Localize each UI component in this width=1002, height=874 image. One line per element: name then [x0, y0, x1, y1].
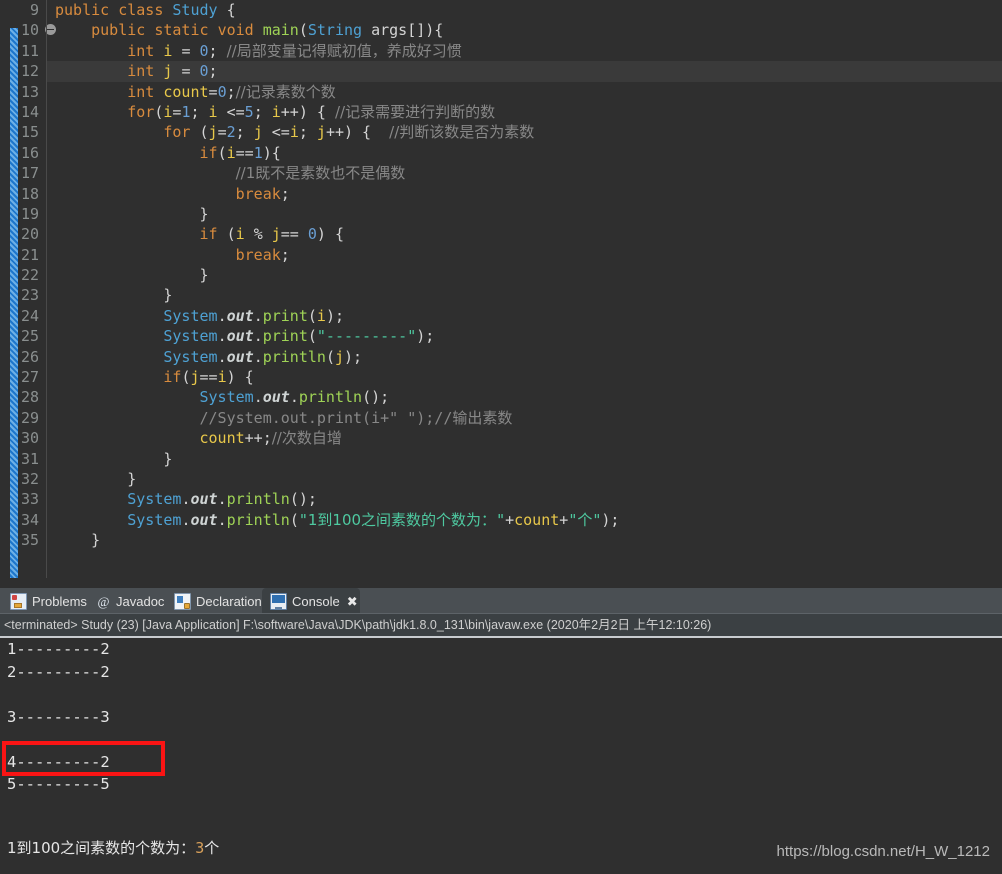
line-number: 35 — [20, 531, 39, 550]
summary-prefix: 1到100之间素数的个数为： — [7, 839, 196, 857]
line-number: 25 — [20, 327, 39, 346]
code-line: break; — [235, 184, 290, 203]
line-number: 24 — [20, 306, 39, 325]
line-number: 31 — [20, 449, 39, 468]
code-line: if(i==1){ — [199, 143, 281, 162]
line-number: 26 — [20, 347, 39, 366]
code-line: //System.out.print(i+" ");//输出素数 — [199, 408, 513, 427]
line-number: 9 — [29, 1, 39, 19]
line-number: 29 — [20, 408, 39, 427]
code-line: public class Study { — [55, 1, 236, 19]
code-line: //1既不是素数也不是偶数 — [235, 164, 406, 183]
line-number: 22 — [20, 266, 39, 285]
tab-label: Declaration — [196, 593, 262, 609]
code-line-current: int j = 0; — [47, 61, 1002, 82]
console-summary-line: 1到100之间素数的个数为：3个 — [7, 837, 219, 858]
tab-console[interactable]: Console ✖ — [262, 588, 360, 614]
view-tab-bar: Problems @ Javadoc Declaration Console ✖ — [0, 588, 1002, 614]
console-icon — [270, 592, 287, 610]
code-line: for(i=1; i <=5; i++) { //记录需要进行判断的数 — [127, 102, 496, 121]
tab-javadoc[interactable]: @ Javadoc — [88, 588, 168, 614]
javadoc-icon: @ — [97, 593, 110, 609]
code-line: } — [199, 266, 209, 285]
line-number: 17 — [20, 164, 39, 183]
line-number: 33 — [20, 490, 39, 509]
line-number: 32 — [20, 469, 39, 488]
console-output-line-highlighted: 4---------2 — [7, 752, 110, 771]
console-output-line: 1---------2 — [7, 640, 110, 658]
code-line: System.out.println(); — [199, 388, 390, 407]
line-number: 12 — [20, 62, 39, 81]
console-view[interactable]: <terminated> Study (23) [Java Applicatio… — [0, 614, 1002, 874]
code-line: } — [163, 449, 173, 468]
line-number: 11 — [20, 41, 39, 60]
line-number: 16 — [20, 143, 39, 162]
code-text-area[interactable]: public class Study { public static void … — [47, 0, 1002, 588]
java-code-editor[interactable]: 9 10 11 12 13 14 15 16 17 18 19 20 21 22… — [0, 0, 1002, 588]
console-output-line: 3---------3 — [7, 707, 110, 726]
problems-icon — [10, 592, 27, 610]
line-number: 30 — [20, 429, 39, 448]
line-number: 23 — [20, 286, 39, 305]
code-line: System.out.println(); — [127, 490, 317, 509]
eclipse-ide-window: 9 10 11 12 13 14 15 16 17 18 19 20 21 22… — [0, 0, 1002, 874]
line-number: 14 — [20, 102, 39, 121]
console-output-line: 5---------5 — [7, 775, 110, 793]
line-number: 34 — [20, 510, 39, 529]
code-line: for (j=2; j <=i; j++) { //判断该数是否为素数 — [163, 123, 535, 142]
console-output-line: 2---------2 — [7, 662, 110, 681]
code-line: } — [163, 286, 173, 305]
line-number: 10 — [0, 20, 56, 40]
line-number: 13 — [20, 82, 39, 101]
code-line: count++;//次数自增 — [199, 429, 342, 448]
code-line: } — [91, 531, 101, 550]
line-number: 19 — [20, 204, 39, 223]
tab-label: Problems — [32, 593, 87, 609]
line-number: 28 — [20, 388, 39, 407]
code-line: if(j==i) { — [163, 368, 254, 387]
code-line: } — [127, 469, 137, 488]
code-line: System.out.print(i); — [163, 306, 344, 325]
console-output[interactable]: 1---------2 2---------2 3---------3 4---… — [0, 638, 1002, 874]
line-number-gutter: 9 10 11 12 13 14 15 16 17 18 19 20 21 22… — [0, 0, 56, 588]
code-line: } — [199, 204, 209, 223]
code-line: System.out.print("---------"); — [163, 327, 435, 346]
line-number: 18 — [20, 184, 39, 203]
tab-declaration[interactable]: Declaration — [166, 588, 268, 614]
line-number: 27 — [20, 368, 39, 387]
tab-label: Console — [292, 593, 340, 609]
declaration-icon — [174, 592, 191, 610]
code-line: break; — [235, 245, 290, 264]
console-status-line: <terminated> Study (23) [Java Applicatio… — [0, 614, 1002, 636]
tab-problems[interactable]: Problems — [2, 588, 92, 614]
summary-count: 3 — [195, 839, 205, 857]
tab-label: Javadoc — [116, 593, 165, 609]
code-line: System.out.println(j); — [163, 347, 363, 366]
line-number: 15 — [20, 123, 39, 142]
code-line: if (i % j== 0) { — [199, 225, 345, 244]
code-line: int count=0;//记录素数个数 — [127, 82, 336, 101]
code-line: System.out.println("1到100之间素数的个数为："+coun… — [127, 510, 620, 529]
watermark-url: https://blog.csdn.net/H_W_1212 — [776, 843, 990, 860]
editor-bottom-clip — [0, 578, 1002, 588]
code-line: int i = 0; //局部变量记得赋初值，养成好习惯 — [127, 41, 462, 60]
code-line: public static void main(String args[]){ — [91, 21, 444, 40]
close-icon[interactable]: ✖ — [345, 594, 360, 609]
line-number: 21 — [20, 245, 39, 264]
line-number: 20 — [20, 225, 39, 244]
summary-suffix: 个 — [204, 839, 220, 857]
